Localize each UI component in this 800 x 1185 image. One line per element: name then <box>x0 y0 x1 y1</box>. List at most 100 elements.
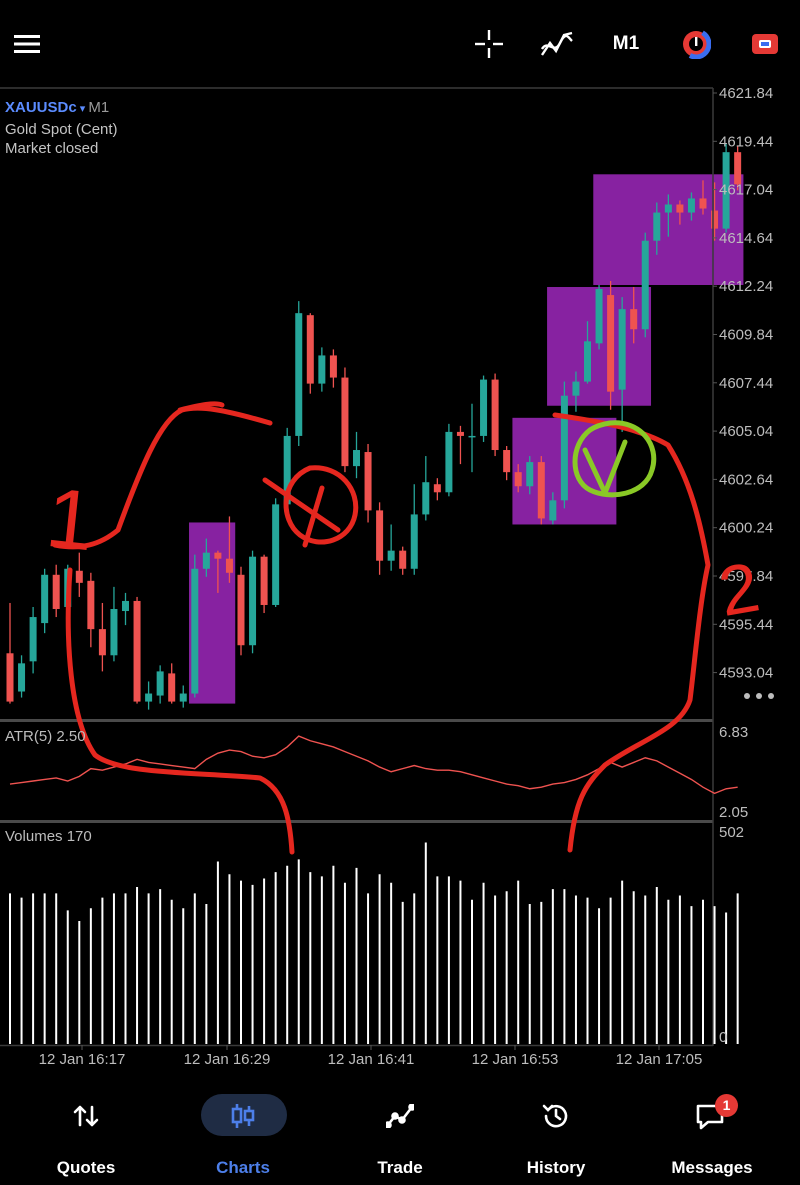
candle-body-12 <box>145 693 153 702</box>
nav-trade[interactable]: Trade <box>340 1094 460 1177</box>
candle-body-7 <box>87 580 95 630</box>
time-axis: 12 Jan 16:17 12 Jan 16:29 12 Jan 16:41 12 J… <box>39 1045 703 1066</box>
price-label-3: 4614.64 <box>719 230 773 247</box>
nav-history[interactable]: History <box>496 1094 616 1177</box>
time-label-3: 12 Jan 16:53 <box>472 1051 559 1066</box>
candle-body-53 <box>618 309 626 390</box>
annotation-one: 1 <box>42 470 98 568</box>
hamburger-menu-icon[interactable] <box>5 22 49 66</box>
candle-body-54 <box>630 309 638 330</box>
nav-charts[interactable]: Charts <box>183 1094 303 1177</box>
candle-body-22 <box>260 556 268 605</box>
messages-badge: 1 <box>715 1094 738 1117</box>
price-label-9: 4600.24 <box>719 520 773 537</box>
indicators-icon[interactable] <box>535 22 579 66</box>
nav-trade-label: Trade <box>377 1158 423 1177</box>
symbol-label[interactable]: XAUUSDc <box>5 99 77 116</box>
candle-body-59 <box>687 198 695 213</box>
candle-body-51 <box>595 289 603 344</box>
candle-body-49 <box>572 381 580 396</box>
history-clock-icon <box>496 1094 616 1138</box>
symbol-description: Gold Spot (Cent) <box>5 120 118 138</box>
candle-body-6 <box>75 570 83 583</box>
candle-body-19 <box>225 558 233 573</box>
volume-axis-min: 0 <box>719 1029 727 1046</box>
candle-body-16 <box>191 568 199 694</box>
price-chart[interactable]: 4621.84 4619.44 4617.04 4614.64 4612.24 4609.… <box>0 86 800 1066</box>
candle-body-42 <box>491 379 499 451</box>
candle-body-14 <box>168 673 176 702</box>
trade-toggle-icon[interactable] <box>743 22 787 66</box>
candle-body-43 <box>503 450 511 473</box>
price-label-0: 4621.84 <box>719 86 773 102</box>
nav-messages[interactable]: 1 Messages <box>652 1094 772 1177</box>
time-label-0: 12 Jan 16:17 <box>39 1051 126 1066</box>
time-label-4: 12 Jan 17:05 <box>616 1051 703 1066</box>
top-toolbar: M1 <box>0 0 800 86</box>
quotes-arrows-icon <box>26 1094 146 1138</box>
charts-candles-icon <box>183 1094 303 1138</box>
more-options-icon[interactable] <box>744 693 774 699</box>
candle-body-23 <box>272 504 280 605</box>
bottom-navigation: Quotes Charts Trade History 1 Messages <box>0 1078 800 1185</box>
market-status: Market closed <box>5 140 99 157</box>
candle-body-2 <box>29 617 37 662</box>
nav-history-label: History <box>526 1158 586 1177</box>
candle-body-10 <box>122 600 129 612</box>
candle-body-26 <box>306 315 314 384</box>
candle-body-11 <box>133 600 141 702</box>
candle-body-47 <box>549 500 557 521</box>
candle-body-46 <box>537 462 545 519</box>
candle-body-30 <box>353 450 360 467</box>
candle-body-1 <box>18 663 26 692</box>
candle-body-35 <box>410 514 418 569</box>
candle-body-32 <box>376 510 384 561</box>
candle-body-39 <box>456 431 464 436</box>
price-label-4: 4612.24 <box>719 278 773 295</box>
candle-body-8 <box>98 629 106 656</box>
nav-quotes-label: Quotes <box>56 1158 116 1177</box>
symbol-timeframe: M1 <box>88 99 110 116</box>
price-label-12: 4593.04 <box>719 665 773 682</box>
candle-body-20 <box>237 574 245 646</box>
candle-body-56 <box>653 212 661 241</box>
chart-type-icon[interactable] <box>674 22 718 66</box>
candle-body-21 <box>249 556 257 646</box>
candle-body-27 <box>318 355 326 384</box>
candle-body-15 <box>179 693 187 702</box>
candle-body-17 <box>202 552 210 569</box>
candle-body-61 <box>711 210 719 229</box>
timeframe-button[interactable]: M1 <box>604 22 648 66</box>
candle-body-18 <box>214 552 222 559</box>
candle-body-36 <box>422 482 430 515</box>
candle-body-60 <box>699 198 707 209</box>
candle-body-3 <box>41 574 49 624</box>
candle-body-0 <box>6 653 14 702</box>
timeframe-label: M1 <box>612 33 640 54</box>
candle-body-55 <box>641 240 649 330</box>
candle-body-37 <box>433 484 441 493</box>
nav-messages-label: Messages <box>671 1158 753 1177</box>
candle-body-31 <box>364 452 372 511</box>
crosshair-icon[interactable] <box>467 22 511 66</box>
candle-body-29 <box>341 377 349 467</box>
messages-icon <box>652 1094 772 1138</box>
candle-body-63 <box>734 152 742 185</box>
candle-body-4 <box>52 574 60 610</box>
candle-body-50 <box>584 341 591 382</box>
nav-quotes[interactable]: Quotes <box>26 1094 146 1177</box>
price-label-7: 4605.04 <box>719 423 773 440</box>
time-label-1: 12 Jan 16:29 <box>184 1051 271 1066</box>
volumes-label: Volumes 170 <box>5 828 92 845</box>
candle-body-38 <box>445 431 453 493</box>
red-ink-circle-x <box>283 465 359 545</box>
atr-label: ATR(5) 2.50 <box>5 728 86 745</box>
price-label-5: 4609.84 <box>719 327 773 344</box>
candle-body-44 <box>514 472 522 487</box>
volume-pane: 502 0 <box>9 824 744 1046</box>
symbol-dropdown-icon[interactable]: ▾ <box>77 103 89 115</box>
candle-body-33 <box>387 550 395 561</box>
candle-body-48 <box>560 395 568 501</box>
atr-axis-max: 6.83 <box>719 724 748 741</box>
price-label-6: 4607.44 <box>719 375 773 392</box>
